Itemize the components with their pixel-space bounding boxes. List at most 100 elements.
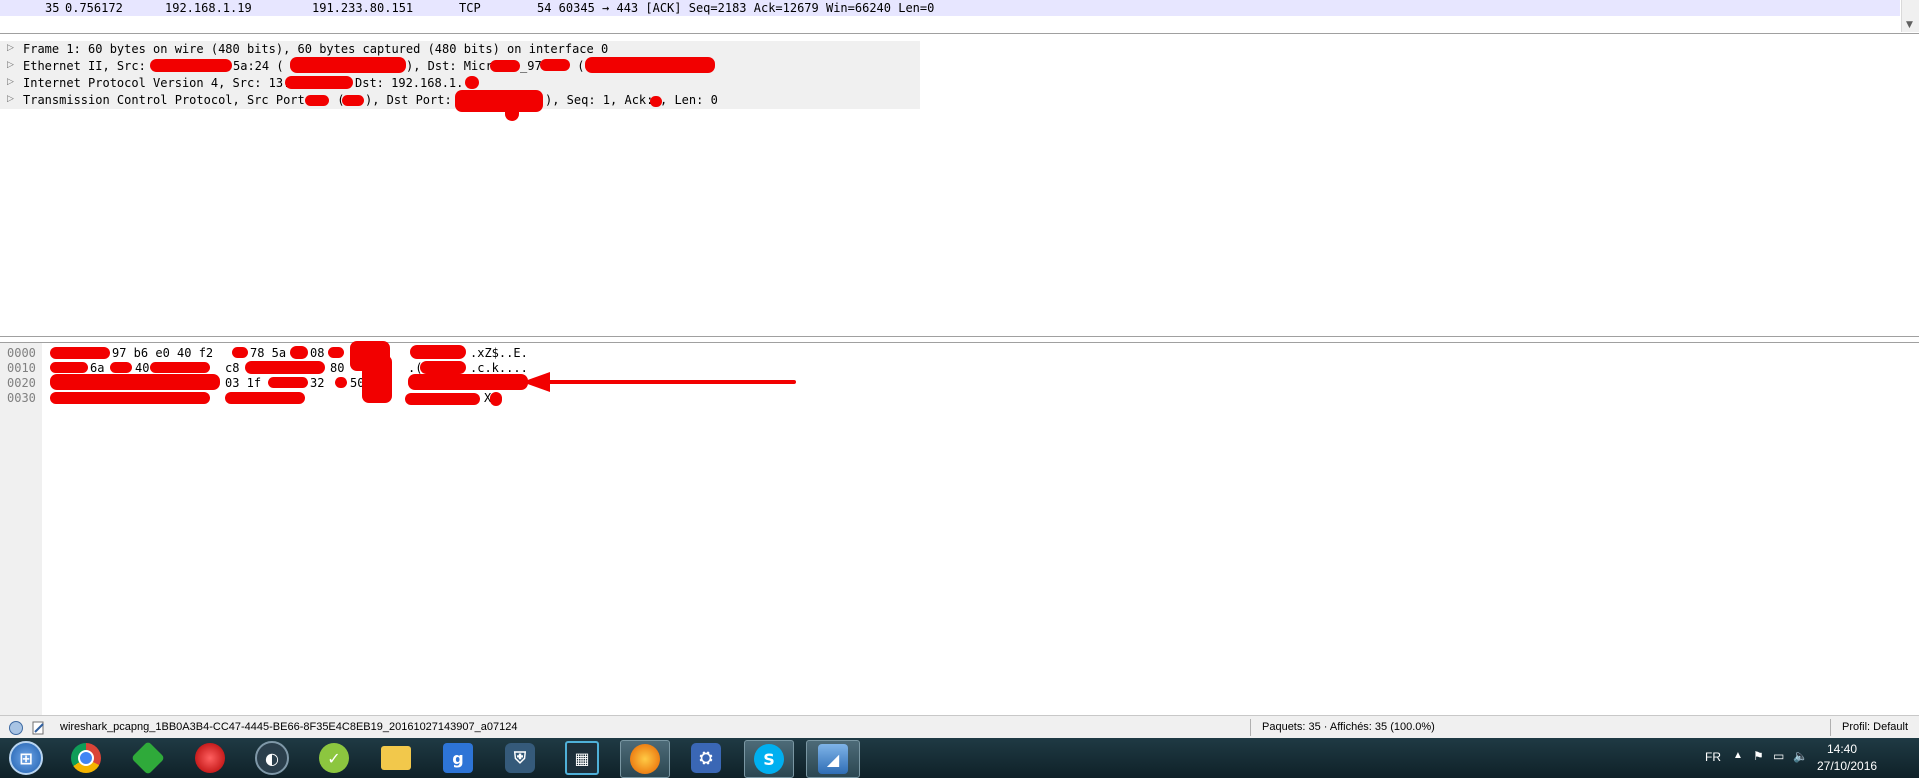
redaction-mark xyxy=(290,346,308,359)
gametracker-icon: g xyxy=(443,743,473,773)
edit-comment-icon[interactable] xyxy=(30,720,46,736)
redaction-mark xyxy=(408,374,528,390)
system-tray: FR ▲ ⚑ ▭ 🔈 14:40 27/10/2016 xyxy=(1679,738,1919,778)
redaction-mark xyxy=(232,347,248,358)
expand-arrow-icon[interactable]: ▷ xyxy=(7,77,14,87)
chrome-icon xyxy=(71,743,101,773)
tree-row-label: Ethernet II, Src: xyxy=(23,59,154,73)
network-tray-icon[interactable]: ▭ xyxy=(1773,749,1784,763)
expand-arrow-icon[interactable]: ▷ xyxy=(7,94,14,104)
expand-arrow-icon[interactable]: ▷ xyxy=(7,43,14,53)
byte-offset: 0030 xyxy=(7,391,36,405)
wireshark-fin-icon: ◢ xyxy=(818,744,848,774)
packet-protocol: TCP xyxy=(459,1,481,15)
packet-details-pane[interactable]: ▷ Frame 1: 60 bytes on wire (480 bits), … xyxy=(0,38,1919,337)
status-separator xyxy=(1250,719,1251,736)
tcp-fragment: ), Seq: 1, Ack: xyxy=(545,93,661,107)
hex-bytes[interactable]: 78 5a xyxy=(250,346,286,360)
profile-label[interactable]: Profil: Default xyxy=(1842,721,1908,733)
shield-icon: ⛨ xyxy=(505,743,535,773)
hex-bytes[interactable]: 80 xyxy=(330,361,344,375)
action-center-flag-icon[interactable]: ⚑ xyxy=(1753,749,1764,763)
redaction-mark xyxy=(305,95,329,106)
windows-logo-icon: ⊞ xyxy=(9,741,43,775)
redaction-mark xyxy=(50,347,110,359)
redaction-mark xyxy=(268,377,308,388)
scroll-down-icon[interactable]: ▼ xyxy=(1906,20,1913,30)
packet-destination: 191.233.80.151 xyxy=(312,1,414,15)
redaction-mark xyxy=(50,374,220,390)
ip-dst-fragment: Dst: 192.168.1. xyxy=(355,76,464,90)
tree-row-frame[interactable]: ▷ Frame 1: 60 bytes on wire (480 bits), … xyxy=(0,41,920,58)
tcp-fragment: , Len: 0 xyxy=(660,93,718,107)
redaction-mark xyxy=(150,362,210,373)
taskbar-network-app[interactable]: ⛭ xyxy=(682,740,730,776)
taskbar-greenshot[interactable] xyxy=(124,740,172,776)
hex-bytes[interactable]: 32 xyxy=(310,376,324,390)
clock-time[interactable]: 14:40 xyxy=(1827,742,1857,756)
tree-row-label: Transmission Control Protocol, Src Port: xyxy=(23,93,320,107)
redaction-mark xyxy=(335,377,347,388)
cleanmaster-icon: ✓ xyxy=(319,743,349,773)
hex-bytes[interactable]: 6a xyxy=(90,361,104,375)
redaction-mark xyxy=(50,392,210,404)
redaction-mark xyxy=(420,361,466,374)
redaction-mark xyxy=(410,345,466,359)
taskbar-wireshark[interactable]: ◢ xyxy=(806,740,860,778)
tree-row-ethernet[interactable]: ▷ Ethernet II, Src: 5a:24 ( ), Dst: Micr… xyxy=(0,58,920,75)
redaction-mark xyxy=(490,392,502,406)
red-app-icon xyxy=(195,743,225,773)
hex-bytes[interactable]: 97 b6 e0 40 f2 xyxy=(112,346,213,360)
packet-bytes-pane[interactable]: 0000 0010 0020 0030 97 b6 e0 40 f2 78 5a… xyxy=(0,341,1919,716)
redaction-mark xyxy=(342,95,364,106)
taskbar-chrome[interactable] xyxy=(62,740,110,776)
taskbar-film[interactable]: ▦ xyxy=(558,740,606,776)
packet-length-info: 54 60345 → 443 [ACK] Seq=2183 Ack=12679 … xyxy=(537,1,935,15)
redaction-mark xyxy=(110,362,132,373)
tree-row-label: Frame 1: 60 bytes on wire (480 bits), 60… xyxy=(23,42,609,56)
hex-bytes[interactable]: c8 xyxy=(225,361,239,375)
redaction-mark xyxy=(362,355,392,403)
hex-bytes[interactable]: 08 xyxy=(310,346,324,360)
packet-source: 192.168.1.19 xyxy=(165,1,252,15)
clock-date[interactable]: 27/10/2016 xyxy=(1817,759,1877,773)
start-button[interactable]: ⊞ xyxy=(2,740,50,776)
eth-dst-fragment: ( xyxy=(570,59,585,73)
annotation-arrow-icon xyxy=(522,372,796,392)
redaction-mark xyxy=(150,59,232,72)
taskbar-security[interactable]: ⛨ xyxy=(496,740,544,776)
hex-bytes[interactable]: 40 xyxy=(135,361,149,375)
capture-filename: wireshark_pcapng_1BB0A3B4-CC47-4445-BE66… xyxy=(60,721,518,733)
taskbar-red-app[interactable] xyxy=(186,740,234,776)
taskbar-cleanmaster[interactable]: ✓ xyxy=(310,740,358,776)
redaction-mark xyxy=(50,362,88,373)
packet-list-scrollbar[interactable]: ▼ xyxy=(1901,0,1919,32)
taskbar-explorer[interactable] xyxy=(372,740,420,776)
steam-icon: ◐ xyxy=(255,741,289,775)
byte-offset: 0020 xyxy=(7,376,36,390)
show-hidden-icons-icon[interactable]: ▲ xyxy=(1733,750,1743,761)
film-icon: ▦ xyxy=(565,741,599,775)
packet-count: Paquets: 35 · Affichés: 35 (100.0%) xyxy=(1262,721,1435,733)
expand-arrow-icon[interactable]: ▷ xyxy=(7,60,14,70)
packet-list-pane[interactable]: 35 0.756172 192.168.1.19 191.233.80.151 … xyxy=(0,0,1919,34)
redaction-mark xyxy=(225,392,305,404)
byte-offset: 0000 xyxy=(7,346,36,360)
taskbar-skype[interactable]: S xyxy=(744,740,794,778)
taskbar-firefox[interactable] xyxy=(620,740,670,778)
volume-icon[interactable]: 🔈 xyxy=(1793,749,1808,763)
eth-src-fragment: 5a:24 ( xyxy=(233,59,284,73)
taskbar-gametracker[interactable]: g xyxy=(434,740,482,776)
folder-icon xyxy=(381,746,411,770)
redaction-mark xyxy=(285,76,353,89)
byte-offset: 0010 xyxy=(7,361,36,375)
language-indicator[interactable]: FR xyxy=(1705,750,1721,764)
ascii-bytes[interactable]: .xZ$..E. xyxy=(470,346,528,360)
status-bar: wireshark_pcapng_1BB0A3B4-CC47-4445-BE66… xyxy=(0,715,1919,739)
expert-info-icon[interactable] xyxy=(8,720,24,736)
redaction-mark xyxy=(505,103,519,121)
redaction-mark xyxy=(585,57,715,73)
network-icon: ⛭ xyxy=(691,743,721,773)
taskbar-steam[interactable]: ◐ xyxy=(248,740,296,776)
packet-row-selected[interactable]: 35 0.756172 192.168.1.19 191.233.80.151 … xyxy=(0,0,1900,16)
